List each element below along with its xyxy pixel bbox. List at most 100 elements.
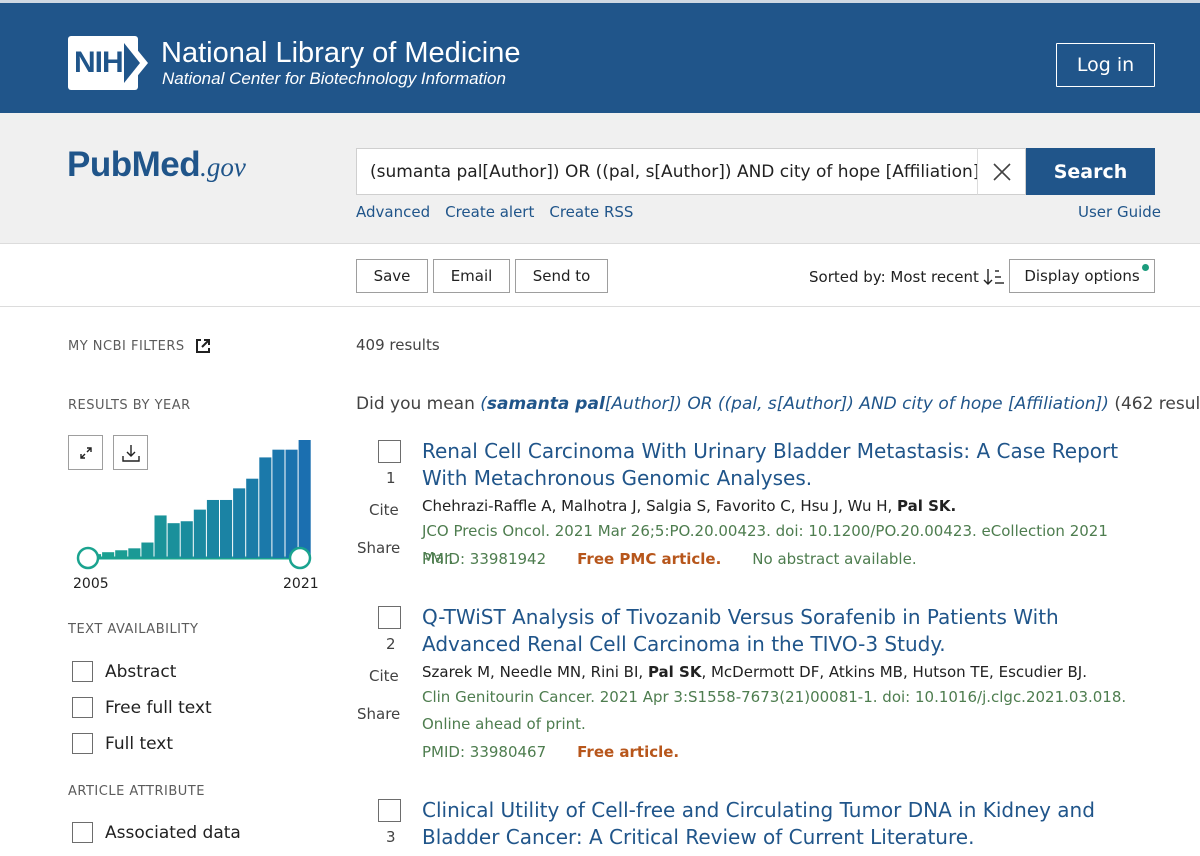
authors-text: Szarek M, Needle MN, Rini BI, [422, 663, 648, 681]
year-bar-2016[interactable] [233, 488, 246, 558]
year-bar-2008[interactable] [128, 548, 141, 558]
year-bar-2017[interactable] [246, 478, 259, 558]
pubmed-logo[interactable]: PubMed.gov [67, 145, 246, 200]
nih-badge-text: NIH [74, 46, 124, 79]
search-button[interactable]: Search [1026, 148, 1155, 195]
filter-full-text[interactable]: Full text [72, 733, 173, 754]
user-guide-link[interactable]: User Guide [1078, 203, 1161, 221]
create-rss-link[interactable]: Create RSS [549, 203, 633, 221]
cite-button[interactable]: Cite [369, 501, 399, 519]
result-checkbox[interactable] [378, 799, 401, 822]
sort-control[interactable]: Sorted by: Most recent [809, 267, 1005, 287]
nih-banner: NIH National Library of Medicine Nationa… [0, 0, 1200, 113]
year-bar-2018[interactable] [259, 457, 272, 558]
year-end-label: 2021 [283, 576, 319, 592]
cite-button[interactable]: Cite [369, 667, 399, 685]
result-pmid: PMID: 33981942 [422, 550, 547, 568]
result-authors: Chehrazi-Raffle A, Malhotra J, Salgia S,… [422, 497, 956, 515]
checkbox[interactable] [72, 822, 93, 843]
filter-label: Full text [105, 733, 174, 754]
nih-subtitle: National Center for Biotechnology Inform… [162, 69, 506, 88]
sort-descending-icon [983, 269, 1004, 285]
no-abstract-note: No abstract available. [752, 550, 917, 568]
year-bar-2014[interactable] [206, 499, 219, 558]
results-count: 409 results [356, 336, 440, 354]
nih-badge: NIH [68, 34, 154, 92]
filter-abstract[interactable]: Abstract [72, 661, 176, 682]
result-checkbox[interactable] [378, 440, 401, 463]
login-button[interactable]: Log in [1056, 43, 1155, 87]
search-input[interactable]: (sumanta pal[Author]) OR ((pal, s[Author… [356, 148, 977, 195]
result-meta: PMID: 33981942 Free PMC article. No abst… [422, 550, 917, 568]
logo-med: Med [131, 145, 201, 184]
save-button[interactable]: Save [356, 259, 428, 293]
filter-free-full-text[interactable]: Free full text [72, 697, 212, 718]
authors-text: Chehrazi-Raffle A, Malhotra J, Salgia S,… [422, 497, 898, 515]
logo-pub: Pub [67, 145, 132, 184]
year-bar-2006[interactable] [102, 552, 115, 558]
year-bar-2009[interactable] [141, 542, 154, 558]
result-title[interactable]: Renal Cell Carcinoma With Urinary Bladde… [422, 438, 1152, 492]
year-bar-2007[interactable] [115, 550, 128, 558]
checkbox[interactable] [72, 733, 93, 754]
share-button[interactable]: Share [357, 705, 400, 723]
result-pmid: PMID: 33980467 [422, 743, 547, 761]
year-start-handle[interactable] [76, 546, 100, 570]
logo-gov: .gov [200, 152, 246, 182]
search-links: Advanced Create alert Create RSS [356, 203, 633, 221]
year-bar-2019[interactable] [272, 449, 285, 558]
results-by-year-heading: RESULTS BY YEAR [68, 398, 191, 413]
filter-label: Abstract [105, 661, 177, 682]
checkbox[interactable] [72, 661, 93, 682]
text-availability-heading: TEXT AVAILABILITY [68, 622, 199, 637]
year-bar-2021[interactable] [298, 440, 311, 558]
filter-associated-data[interactable]: Associated data [72, 822, 241, 843]
did-you-mean-open-paren: ( [480, 394, 487, 414]
did-you-mean-link[interactable]: (samanta pal[Author]) OR ((pal, s[Author… [480, 394, 1109, 414]
year-bar-2012[interactable] [180, 521, 193, 558]
free-article-badge: Free PMC article. [577, 550, 722, 568]
email-button[interactable]: Email [433, 259, 510, 293]
year-end-handle[interactable] [288, 546, 312, 570]
did-you-mean-corrected: samanta pal [486, 394, 605, 414]
author-highlight: Pal SK. [897, 497, 957, 515]
year-bar-2010[interactable] [154, 515, 167, 558]
result-meta: PMID: 33980467 Free article. [422, 743, 679, 761]
send-to-button[interactable]: Send to [515, 259, 608, 293]
year-bar-2020[interactable] [285, 449, 298, 558]
year-bar-2015[interactable] [220, 499, 233, 558]
did-you-mean-suffix: (462 results)? [1114, 394, 1200, 414]
free-article-badge: Free article. [577, 743, 680, 761]
advanced-link[interactable]: Advanced [356, 203, 430, 221]
result-number: 2 [386, 635, 396, 653]
year-bar-2011[interactable] [167, 523, 180, 558]
display-options-button[interactable]: Display options [1009, 259, 1155, 293]
clear-search-button[interactable] [977, 148, 1026, 195]
did-you-mean-prefix: Did you mean [356, 394, 481, 414]
display-options-label: Display options [1024, 267, 1140, 285]
external-link-icon [195, 339, 210, 353]
article-attribute-heading: ARTICLE ATTRIBUTE [68, 784, 205, 799]
my-ncbi-filters[interactable]: MY NCBI FILTERS [68, 338, 211, 354]
filter-label: Associated data [105, 822, 241, 843]
checkbox[interactable] [72, 697, 93, 718]
authors-text-after: , McDermott DF, Atkins MB, Hutson TE, Es… [701, 663, 1087, 681]
filter-label: Free full text [105, 697, 212, 718]
result-number: 1 [386, 469, 396, 487]
results-by-year-chart[interactable] [68, 430, 318, 580]
my-ncbi-filters-label: MY NCBI FILTERS [68, 338, 185, 354]
result-title[interactable]: Q-TWiST Analysis of Tivozanib Versus Sor… [422, 604, 1152, 658]
action-bar: Save Email Send to Sorted by: Most recen… [0, 244, 1200, 307]
result-checkbox[interactable] [378, 606, 401, 629]
result-title[interactable]: Clinical Utility of Cell-free and Circul… [422, 797, 1152, 851]
create-alert-link[interactable]: Create alert [445, 203, 534, 221]
year-bar-2013[interactable] [193, 509, 206, 558]
author-highlight: Pal SK [647, 663, 702, 681]
result-number: 3 [386, 828, 396, 846]
share-button[interactable]: Share [357, 539, 400, 557]
nih-title[interactable]: National Library of Medicine [161, 37, 520, 70]
did-you-mean: Did you mean (samanta pal[Author]) OR ((… [356, 394, 1200, 414]
close-icon [992, 162, 1011, 181]
nih-logo[interactable]: NIH [68, 34, 154, 92]
year-start-label: 2005 [73, 576, 109, 592]
